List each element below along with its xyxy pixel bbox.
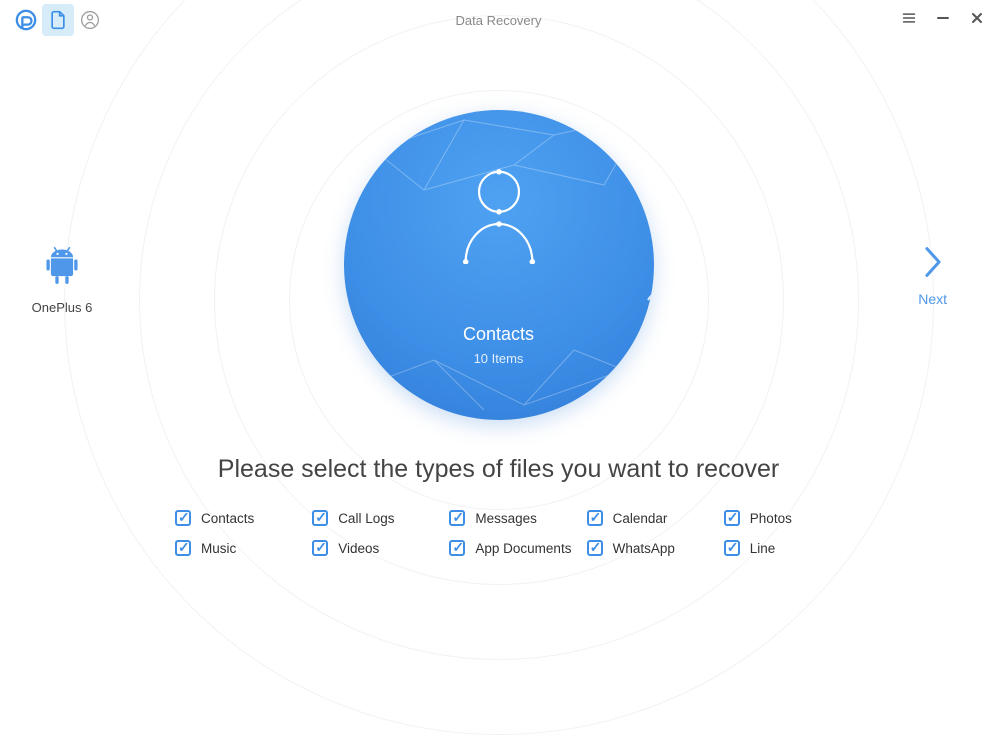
account-icon[interactable]	[74, 4, 106, 36]
filetype-app-documents[interactable]: App Documents	[449, 540, 582, 556]
filetype-contacts[interactable]: Contacts	[175, 510, 308, 526]
next-label: Next	[918, 291, 947, 307]
contact-person-icon	[454, 164, 544, 264]
checkbox-icon	[587, 510, 603, 526]
filetype-videos[interactable]: Videos	[312, 540, 445, 556]
data-recovery-tab-icon[interactable]	[42, 4, 74, 36]
filetype-line[interactable]: Line	[724, 540, 857, 556]
filetype-whatsapp[interactable]: WhatsApp	[587, 540, 720, 556]
checkbox-icon	[724, 540, 740, 556]
window-title: Data Recovery	[0, 13, 997, 28]
hamburger-menu-icon[interactable]	[897, 6, 921, 30]
filetype-label: App Documents	[475, 541, 571, 556]
carousel-card-count: 10 Items	[474, 351, 524, 366]
filetype-label: Line	[750, 541, 776, 556]
select-types-prompt: Please select the types of files you wan…	[0, 455, 997, 484]
filetype-label: Calendar	[613, 511, 668, 526]
filetype-label: Music	[201, 541, 236, 556]
device-selector[interactable]: OnePlus 6	[22, 245, 102, 315]
filetype-label: Call Logs	[338, 511, 394, 526]
close-button[interactable]	[965, 6, 989, 30]
checkbox-icon	[312, 540, 328, 556]
android-icon	[43, 245, 81, 290]
checkbox-icon	[175, 510, 191, 526]
checkbox-icon	[312, 510, 328, 526]
next-button[interactable]: Next	[918, 245, 947, 307]
filetype-music[interactable]: Music	[175, 540, 308, 556]
filetype-messages[interactable]: Messages	[449, 510, 582, 526]
filetype-calendar[interactable]: Calendar	[587, 510, 720, 526]
carousel-next-peek	[638, 205, 654, 325]
filetype-call-logs[interactable]: Call Logs	[312, 510, 445, 526]
filetype-photos[interactable]: Photos	[724, 510, 857, 526]
filetype-label: WhatsApp	[613, 541, 675, 556]
logo-icon[interactable]	[10, 4, 42, 36]
filetype-grid: Contacts Call Logs Messages Calendar Pho…	[175, 510, 857, 556]
filetype-label: Contacts	[201, 511, 254, 526]
minimize-button[interactable]	[931, 6, 955, 30]
data-type-carousel: Contacts 10 Items	[344, 110, 654, 420]
filetype-label: Photos	[750, 511, 792, 526]
checkbox-icon	[724, 510, 740, 526]
checkbox-icon	[449, 510, 465, 526]
chevron-right-icon	[918, 245, 947, 283]
filetype-label: Messages	[475, 511, 537, 526]
filetype-label: Videos	[338, 541, 379, 556]
checkbox-icon	[449, 540, 465, 556]
poly-decoration	[344, 110, 654, 420]
carousel-card-name: Contacts	[463, 324, 534, 345]
checkbox-icon	[587, 540, 603, 556]
checkbox-icon	[175, 540, 191, 556]
topbar: Data Recovery	[0, 0, 997, 40]
carousel-card-contacts[interactable]: Contacts 10 Items	[344, 110, 654, 420]
device-name: OnePlus 6	[22, 300, 102, 315]
